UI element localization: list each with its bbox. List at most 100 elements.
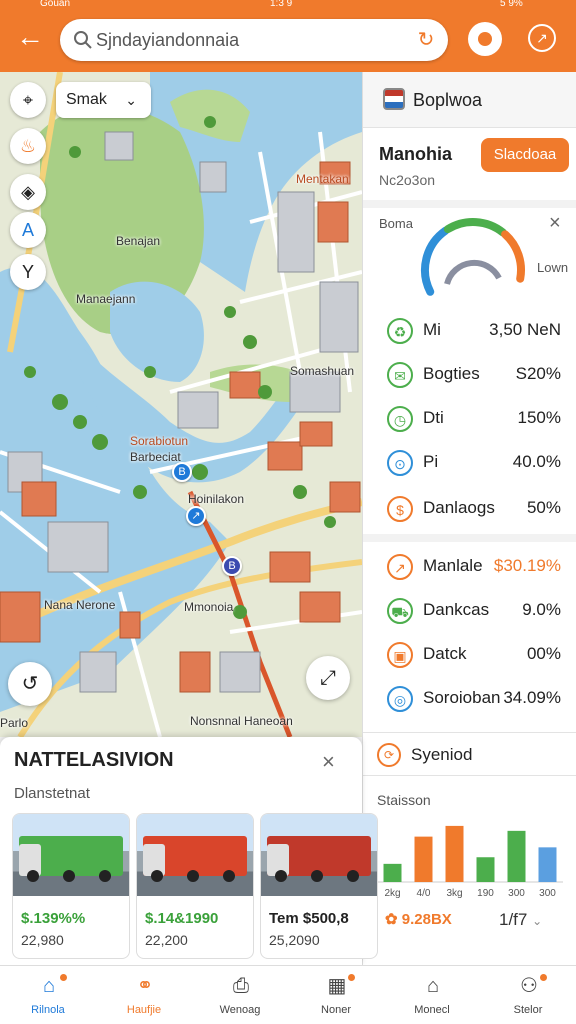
- map-pin[interactable]: B: [172, 462, 192, 482]
- notification-dot: [540, 974, 547, 981]
- card-quantity: 22,200: [145, 932, 188, 948]
- map-pin[interactable]: B: [222, 556, 242, 576]
- gauge-segment: [501, 230, 525, 283]
- status-carrier: Gouan: [40, 0, 71, 9]
- card-quantity: 25,2090: [269, 932, 320, 948]
- stat-row[interactable]: ♻ Mi 3,50 NeN: [363, 310, 576, 354]
- truck-wheel: [63, 870, 75, 882]
- stat-value: 40.0%: [512, 452, 561, 471]
- card-quantity: 22,980: [21, 932, 64, 948]
- map-label: Hoinilakon: [188, 492, 245, 506]
- bottom-nav: ⌂ Rilnola ⚭ Haufjie ⎙ Wenoag ▦ Noner ⌂ Monecl ⚇ Ste…: [0, 965, 576, 1024]
- nav-label: Rilnola: [31, 1004, 65, 1016]
- notification-dot: [348, 974, 355, 981]
- chart-tick-label: 300: [508, 888, 525, 899]
- close-icon[interactable]: ×: [549, 212, 561, 235]
- map-filter-dropdown[interactable]: Smak ⌄: [56, 82, 151, 118]
- nav-item-home[interactable]: ⌂ Rilnola: [0, 966, 96, 1024]
- nav-label: Stelor: [513, 1004, 543, 1016]
- chevron-down-icon: ⌄: [125, 92, 137, 108]
- expand-icon[interactable]: ⤢: [306, 656, 350, 700]
- product-card[interactable]: $.14&1990 22,200: [136, 813, 254, 959]
- stat-value: 00%: [526, 644, 561, 663]
- stat-row[interactable]: ⛟ Dankcas 9.0%: [363, 590, 576, 634]
- product-card[interactable]: $.139%% 22,980: [12, 813, 130, 959]
- stat-row[interactable]: ◎ Soroioban 34.09%: [363, 678, 576, 722]
- chart-icon: ▦: [327, 975, 347, 997]
- sync-label: Syeniod: [411, 745, 473, 764]
- layers-icon[interactable]: ◈: [10, 174, 46, 210]
- nav-item-user[interactable]: ⚇ Stelor: [480, 966, 576, 1024]
- stat-value: S20%: [515, 364, 561, 383]
- truck-wheel: [311, 870, 323, 882]
- stat-row[interactable]: ⊙ Pi 40.0%: [363, 442, 576, 486]
- stat-label: Datck: [423, 644, 467, 663]
- action-button[interactable]: Slacdoaa: [481, 138, 569, 172]
- stat-row[interactable]: ▣ Datck 00%: [363, 634, 576, 678]
- stat-row[interactable]: $ Danlaogs 50%: [363, 488, 576, 532]
- locate-icon[interactable]: ↺: [8, 662, 52, 706]
- bar-chart: 2kg 4/0 3kg 190 300 300: [377, 825, 563, 899]
- close-icon[interactable]: ×: [322, 749, 335, 775]
- coin-icon: $: [387, 496, 413, 522]
- stat-row[interactable]: ◷ Dti 150%: [363, 398, 576, 442]
- top-app-bar: Gouan 1:3 9 5 9% ← ↻ ↗: [0, 0, 576, 72]
- map-label: Sorabiotun: [130, 434, 189, 448]
- nav-item-chart[interactable]: ▦ Noner: [288, 966, 384, 1024]
- divider: [363, 200, 576, 208]
- trend-icon: ↗: [387, 554, 413, 580]
- stat-value: 34.09%: [503, 688, 561, 707]
- map-label: Nana Nerone: [44, 598, 116, 612]
- back-arrow-icon[interactable]: ←: [14, 22, 46, 54]
- search-bar[interactable]: ↻: [60, 19, 448, 61]
- stat-row[interactable]: ↗ Manlale $30.19%: [363, 546, 576, 590]
- navigation-icon[interactable]: ⌖: [10, 82, 46, 118]
- chart-tick-label: 300: [539, 888, 556, 899]
- home-icon: ⌂: [42, 975, 56, 997]
- chart-bar: [414, 836, 433, 882]
- direction-icon[interactable]: Y: [10, 254, 46, 290]
- nav-item-printer[interactable]: ⎙ Wenoag: [192, 966, 288, 1024]
- search-icon: [74, 31, 92, 49]
- product-card[interactable]: Tem $500,8 25,2090: [260, 813, 378, 959]
- sync-row[interactable]: ⟳ Syeniod: [363, 732, 576, 776]
- stat-label: Danlaogs: [423, 498, 495, 517]
- sheet-subtitle: Dlanstetnat: [14, 785, 90, 802]
- route-icon[interactable]: A: [10, 212, 46, 248]
- truck-wheel: [151, 870, 163, 882]
- map-label: Benajan: [116, 234, 161, 248]
- record-button[interactable]: [468, 22, 502, 56]
- nav-item-house[interactable]: ⌂ Monecl: [384, 966, 480, 1024]
- stat-value: 9.0%: [522, 600, 561, 619]
- footer-left-value: 9.28BX: [401, 911, 452, 928]
- refresh-icon[interactable]: ↻: [414, 28, 438, 52]
- timer-icon: ◷: [387, 406, 413, 432]
- stat-value: $30.19%: [493, 556, 561, 575]
- stat-label: Dti: [423, 408, 444, 427]
- map-label: Mentakan: [296, 172, 349, 186]
- chart-bar: [445, 825, 464, 882]
- map-label: Mmonoia: [184, 600, 234, 614]
- chart-tick-label: 4/0: [417, 888, 431, 899]
- link-icon: ⚭: [136, 975, 154, 997]
- nav-label: Haufjie: [126, 1004, 162, 1016]
- user-icon: ⚇: [520, 975, 538, 997]
- nav-item-link[interactable]: ⚭ Haufjie: [96, 966, 192, 1024]
- chat-icon: ✉: [387, 362, 413, 388]
- stat-row[interactable]: ✉ Bogties S20%: [363, 354, 576, 398]
- gauge-segment: [421, 226, 450, 296]
- nav-label: Monecl: [414, 1004, 450, 1016]
- map-pin[interactable]: ↗: [186, 506, 206, 526]
- stat-label: Dankcas: [423, 600, 490, 619]
- search-input[interactable]: [96, 27, 396, 53]
- truck-image: [13, 814, 129, 896]
- fire-icon[interactable]: ♨: [10, 128, 46, 164]
- card-price: $.14&1990: [145, 910, 219, 927]
- footer-right[interactable]: 1/f7 ⌄: [499, 910, 542, 930]
- nav-label: Noner: [321, 1004, 351, 1016]
- truck-wheel: [275, 870, 287, 882]
- truck-image: [137, 814, 253, 896]
- map-view[interactable]: Mentakan Benajan Manaejann Somashuan Sor…: [0, 72, 362, 737]
- section-subtitle: Nc2o3on: [379, 172, 436, 188]
- compass-icon[interactable]: ↗: [528, 24, 556, 52]
